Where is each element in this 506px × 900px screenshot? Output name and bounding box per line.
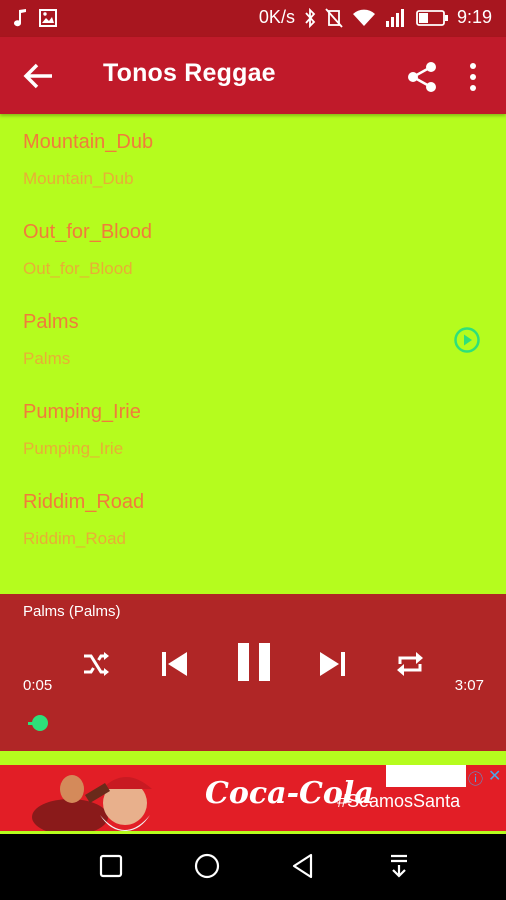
list-item[interactable]: Out_for_Blood Out_for_Blood [0, 204, 506, 294]
signal-icon [385, 8, 404, 27]
elapsed-time: 0:05 [23, 677, 53, 694]
bluetooth-icon [305, 7, 316, 28]
track-title: Out_for_Blood [23, 221, 152, 243]
back-icon[interactable] [288, 851, 318, 881]
battery-icon [416, 9, 448, 26]
repeat-icon[interactable] [392, 646, 428, 682]
now-playing-label: Palms (Palms) [23, 603, 121, 620]
music-note-icon [14, 9, 26, 27]
list-item[interactable]: Pumping_Irie Pumping_Irie [0, 384, 506, 474]
track-subtitle: Riddim_Road [23, 529, 126, 548]
track-subtitle: Mountain_Dub [23, 169, 134, 188]
ad-close-icon[interactable]: ✕ [488, 766, 501, 786]
clock: 9:19 [456, 7, 492, 27]
seek-bar[interactable] [28, 715, 458, 731]
total-duration: 3:07 [454, 677, 484, 694]
track-subtitle: Pumping_Irie [23, 439, 124, 458]
pause-icon[interactable] [233, 639, 275, 685]
seek-thumb[interactable] [31, 715, 48, 731]
shuffle-icon[interactable] [78, 646, 114, 682]
app-bar: Tonos Reggae [0, 37, 506, 114]
ad-stripe [386, 765, 466, 787]
system-nav-bar [0, 834, 506, 900]
santa-image [32, 775, 152, 831]
page-title: Tonos Reggae [103, 59, 276, 87]
track-title: Palms [23, 311, 79, 333]
track-list: Mountain_Dub Mountain_Dub Out_for_Blood … [0, 114, 506, 594]
more-vert-icon[interactable] [463, 61, 483, 93]
track-title: Pumping_Irie [23, 401, 141, 423]
previous-icon[interactable] [157, 646, 193, 682]
status-bar: 0K/s 9:19 [0, 0, 506, 37]
player-panel: Palms (Palms) 0:05 3:07 [0, 594, 506, 751]
next-icon[interactable] [314, 646, 350, 682]
list-item[interactable]: Palms Palms [0, 294, 506, 384]
share-icon[interactable] [404, 59, 440, 95]
list-item[interactable]: Riddim_Road Riddim_Road [0, 474, 506, 564]
back-arrow-icon[interactable] [22, 61, 56, 91]
image-icon [39, 9, 57, 27]
play-circle-icon[interactable] [453, 326, 481, 354]
track-subtitle: Out_for_Blood [23, 259, 133, 278]
ad-info-icon[interactable]: ⓘ [468, 768, 483, 789]
network-speed: 0K/s [258, 7, 295, 27]
track-subtitle: Palms [23, 349, 71, 368]
home-icon[interactable] [192, 851, 222, 881]
notification-icon[interactable] [384, 851, 414, 881]
track-title: Mountain_Dub [23, 131, 154, 153]
ad-banner[interactable]: Coca-Cola #SeamosSanta ⓘ ✕ [0, 765, 506, 831]
wifi-icon [352, 9, 375, 26]
list-item[interactable]: Mountain_Dub Mountain_Dub [0, 114, 506, 204]
recents-icon[interactable] [96, 851, 126, 881]
vibrate-off-icon [325, 7, 343, 28]
ad-tagline: #SeamosSanta [337, 791, 461, 811]
track-title: Riddim_Road [23, 491, 145, 513]
